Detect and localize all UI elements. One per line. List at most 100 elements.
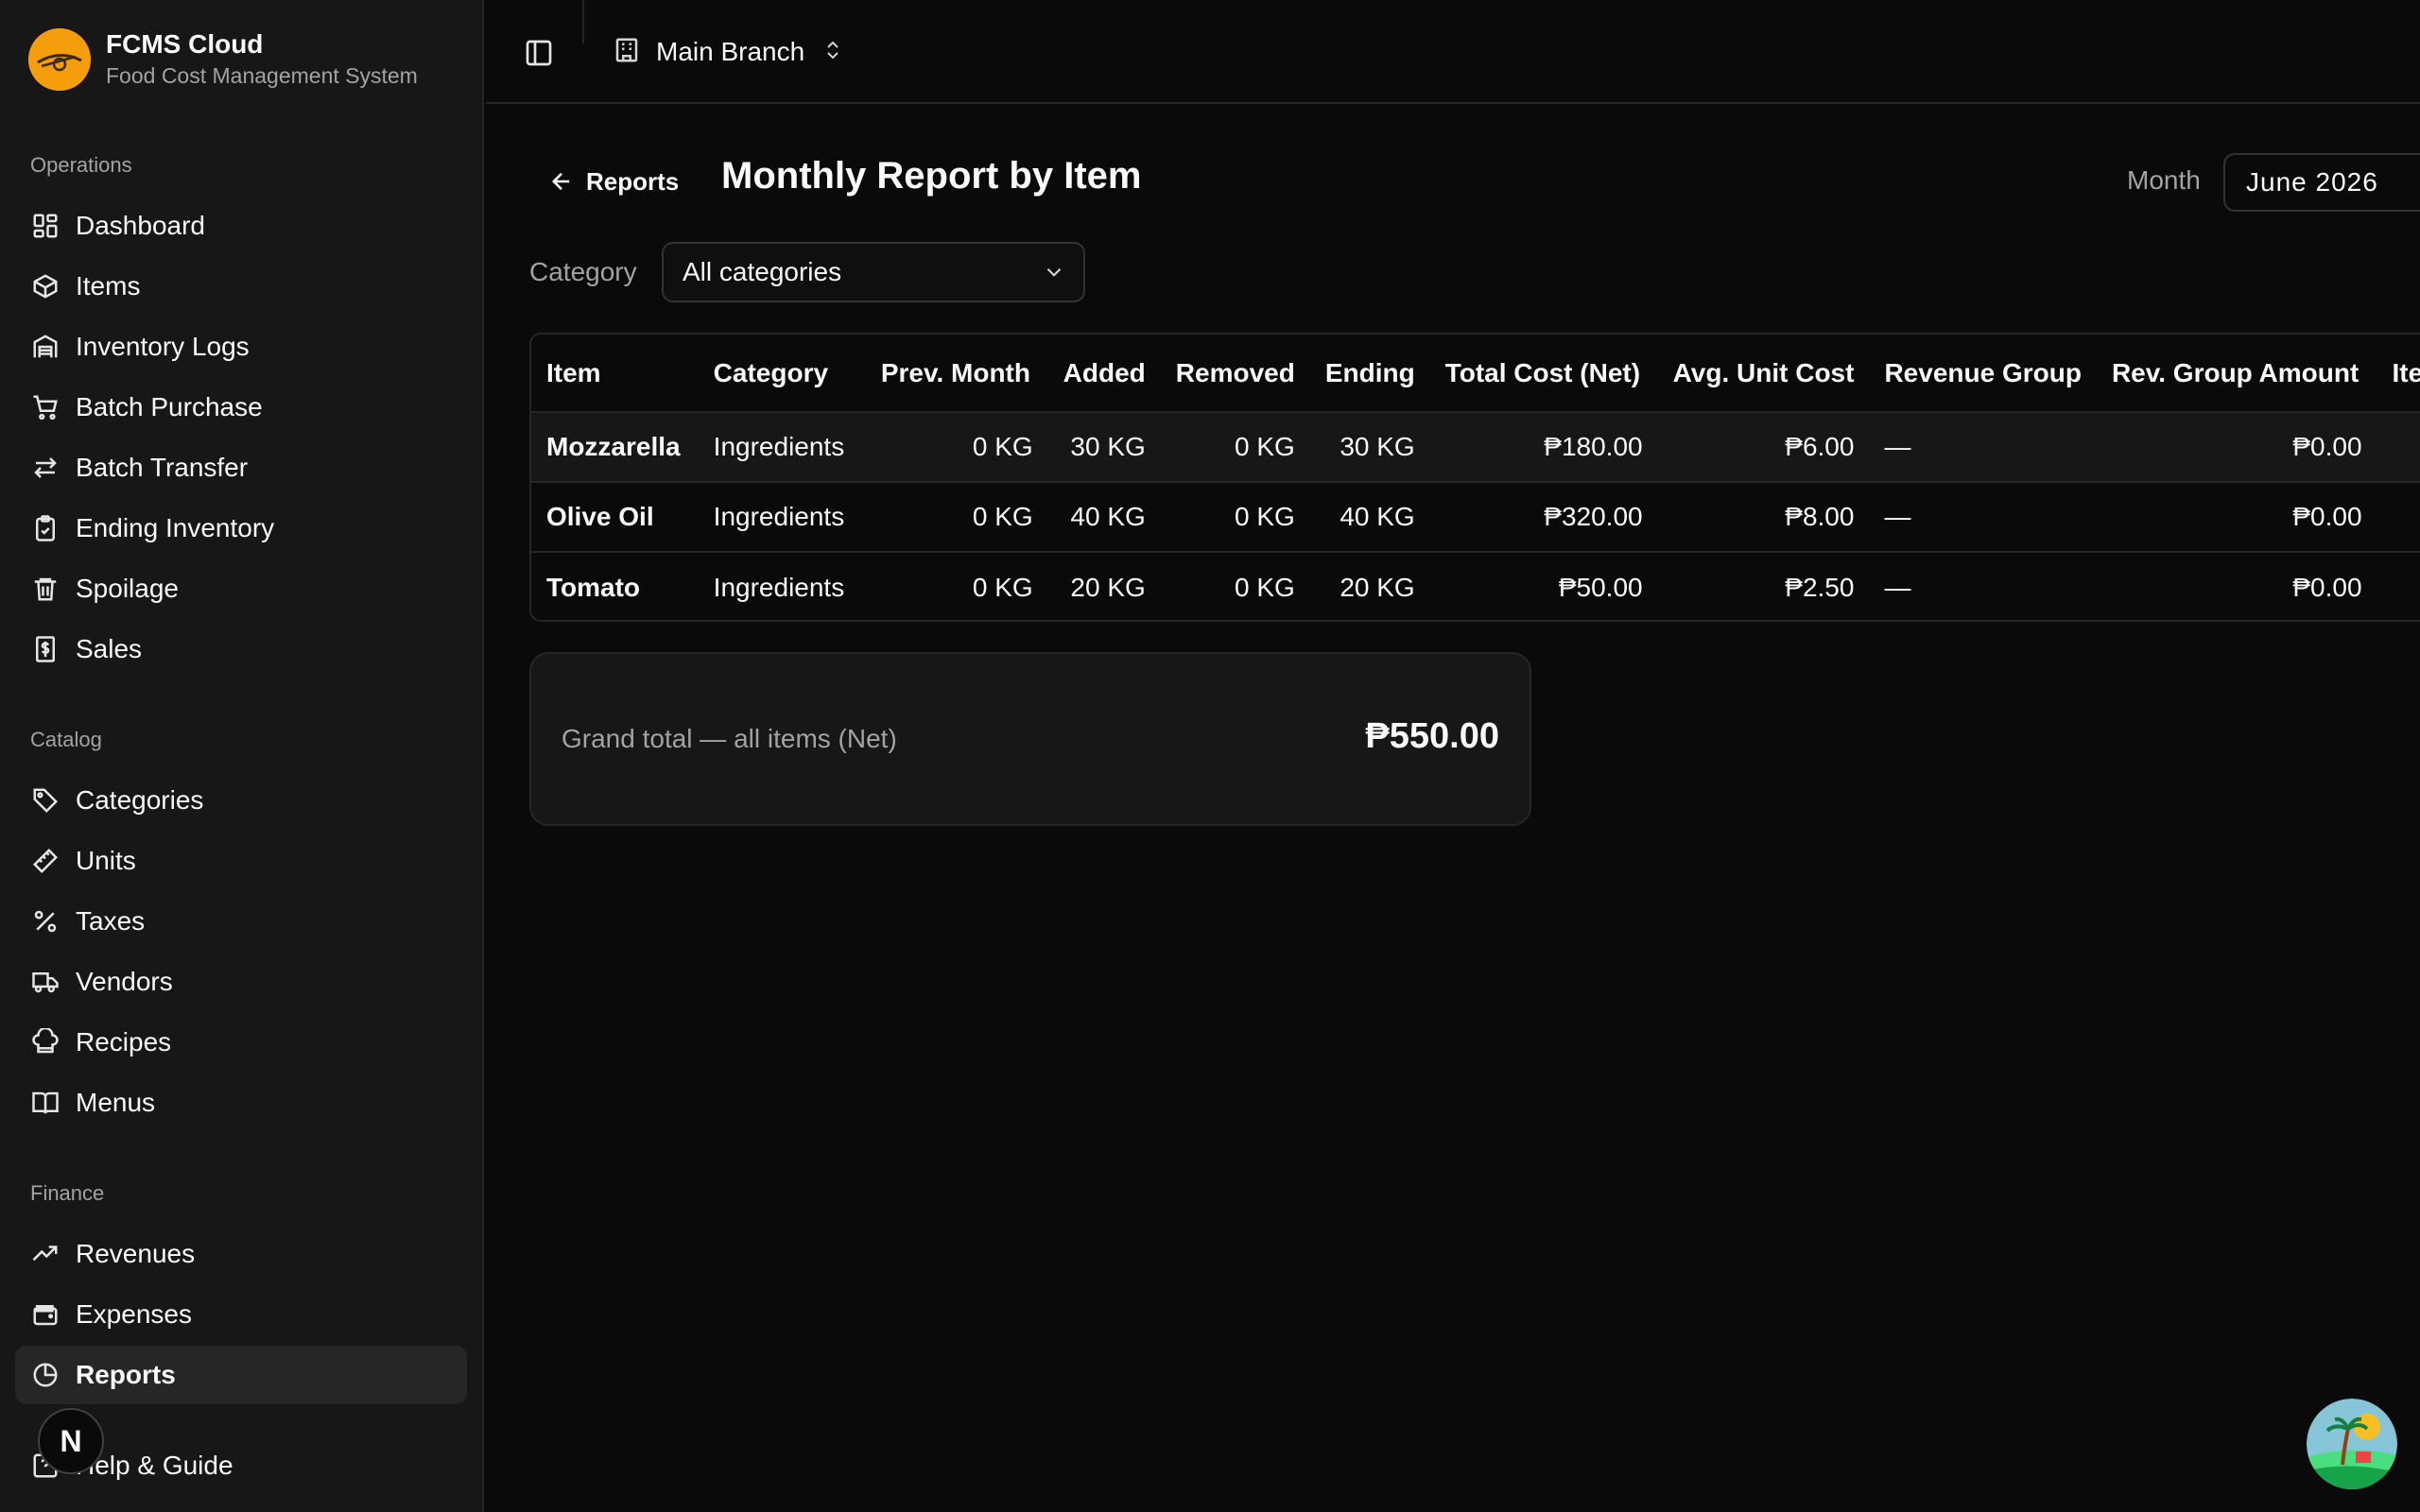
month-label: Month: [2127, 165, 2201, 195]
sidebar-item-label: Dashboard: [76, 211, 205, 240]
cell-added: 40 KG: [1047, 482, 1161, 553]
sidebar: FCMS Cloud Food Cost Management System O…: [0, 0, 484, 1512]
col-header-category[interactable]: Category: [698, 335, 866, 413]
sidebar-item-label: Menus: [76, 1088, 156, 1117]
cell-removed: 0 KG: [1235, 572, 1295, 602]
sidebar-item-label: Spoilage: [76, 574, 179, 603]
cell-avg-unit-cost: ₱8.00: [1657, 482, 1870, 553]
cell-revenue-group: —: [1869, 482, 2097, 553]
brand-name: FCMS Cloud: [106, 29, 264, 60]
col-header-item-extra[interactable]: Ite: [2377, 335, 2420, 413]
assistant-badge-icon[interactable]: [2307, 1399, 2397, 1489]
col-header-total-cost[interactable]: Total Cost (Net): [1429, 335, 1658, 413]
cart-icon: [30, 392, 60, 422]
sidebar-item-label: Taxes: [76, 906, 146, 936]
app-root: FCMS Cloud Food Cost Management System O…: [0, 0, 2420, 1512]
sidebar-item-categories[interactable]: Categories: [15, 771, 467, 830]
cell-category: Ingredients: [713, 572, 845, 602]
back-to-reports-link[interactable]: Reports: [548, 161, 679, 202]
col-header-removed[interactable]: Removed: [1160, 335, 1310, 413]
sidebar-item-recipes[interactable]: Recipes: [15, 1013, 467, 1072]
dashboard-icon: [30, 211, 60, 241]
sidebar-item-label: Sales: [76, 634, 143, 663]
sidebar-item-inventory-logs[interactable]: Inventory Logs: [15, 318, 467, 376]
category-select[interactable]: All categories: [662, 242, 1085, 302]
col-header-avg-unit-cost[interactable]: Avg. Unit Cost: [1657, 335, 1870, 413]
page-title: Monthly Report by Item: [721, 155, 1142, 197]
cell-revenue-group: —: [1884, 572, 1911, 602]
truck-icon: [30, 967, 60, 997]
sidebar-item-menus[interactable]: Menus: [15, 1074, 467, 1132]
user-avatar[interactable]: N: [38, 1408, 104, 1474]
clipboard-check-icon: [30, 513, 60, 543]
sidebar-item-label: Items: [76, 271, 141, 301]
cell-item-extra: [2377, 412, 2420, 483]
brand[interactable]: FCMS Cloud Food Cost Management System: [28, 26, 418, 93]
branch-switcher[interactable]: Main Branch: [613, 28, 844, 76]
brand-logo: [28, 28, 91, 91]
cell-removed: 0 KG: [1160, 412, 1310, 483]
sidebar-item-label: Recipes: [76, 1027, 172, 1057]
sidebar-item-spoilage[interactable]: Spoilage: [15, 559, 467, 618]
sidebar-item-label: Reports: [76, 1360, 176, 1389]
sidebar-item-label: Categories: [76, 785, 204, 815]
col-header-rev-group-amount[interactable]: Rev. Group Amount: [2096, 335, 2377, 413]
col-header-item[interactable]: Item: [531, 335, 699, 413]
col-header-revenue-group[interactable]: Revenue Group: [1869, 335, 2097, 413]
report-table-container[interactable]: Item Category Prev. Month Added Removed …: [529, 333, 2420, 622]
sidebar-item-sales[interactable]: Sales: [15, 620, 467, 679]
sidebar-item-label: Ending Inventory: [76, 513, 275, 542]
ruler-icon: [30, 846, 60, 876]
sidebar-item-units[interactable]: Units: [15, 832, 467, 890]
sidebar-item-label: Units: [76, 846, 136, 875]
sidebar-item-label: Vendors: [76, 967, 173, 996]
sidebar-item-batch-purchase[interactable]: Batch Purchase: [15, 378, 467, 437]
sidebar-item-reports[interactable]: Reports: [15, 1346, 467, 1404]
sidebar-item-vendors[interactable]: Vendors: [15, 953, 467, 1011]
cell-rev-group-amount: ₱0.00: [2096, 412, 2377, 483]
table-row[interactable]: Tomato Ingredients 0 KG 20 KG 0 KG 20 KG…: [531, 552, 2420, 620]
trash-icon: [30, 574, 60, 604]
col-header-ending[interactable]: Ending: [1309, 335, 1430, 413]
percent-icon: [30, 906, 60, 936]
cell-item: Olive Oil: [531, 482, 699, 553]
book-open-icon: [30, 1088, 60, 1118]
category-select-value: All categories: [683, 257, 842, 286]
cell-ending: 20 KG: [1340, 572, 1415, 602]
chevrons-up-down-icon: [821, 39, 844, 66]
cell-category: Ingredients: [698, 482, 866, 553]
cell-avg-unit-cost: ₱6.00: [1657, 412, 1870, 483]
group-label-finance: Finance: [30, 1181, 105, 1205]
warehouse-icon: [30, 332, 60, 362]
sidebar-item-expenses[interactable]: Expenses: [15, 1285, 467, 1344]
cell-item-extra: [2377, 482, 2420, 553]
grand-total-value: ₱550.00: [1365, 716, 1499, 756]
sidebar-item-taxes[interactable]: Taxes: [15, 892, 467, 951]
col-header-prev-month[interactable]: Prev. Month: [865, 335, 1048, 413]
transfer-icon: [30, 453, 60, 483]
receipt-dollar-icon: [30, 634, 60, 664]
report-table: Item Category Prev. Month Added Removed …: [531, 335, 2420, 620]
col-header-added[interactable]: Added: [1047, 335, 1161, 413]
sidebar-item-label: Revenues: [76, 1239, 196, 1268]
month-input[interactable]: [2223, 153, 2420, 212]
cell-prev-month: 0 KG: [865, 412, 1048, 483]
category-label: Category: [529, 257, 637, 286]
tag-icon: [30, 785, 60, 816]
header-divider: [582, 0, 584, 43]
cell-avg-unit-cost: ₱2.50: [1785, 572, 1855, 602]
sidebar-item-batch-transfer[interactable]: Batch Transfer: [15, 438, 467, 497]
building-icon: [613, 36, 641, 69]
sidebar-toggle-button[interactable]: [522, 36, 556, 70]
sidebar-item-items[interactable]: Items: [15, 257, 467, 316]
table-row[interactable]: Mozzarella Ingredients 0 KG 30 KG 0 KG 3…: [531, 412, 2420, 483]
sidebar-item-revenues[interactable]: Revenues: [15, 1225, 467, 1283]
cell-rev-group-amount: ₱0.00: [2292, 572, 2362, 602]
cell-removed: 0 KG: [1160, 482, 1310, 553]
sidebar-item-dashboard[interactable]: Dashboard: [15, 197, 467, 255]
cell-ending: 40 KG: [1309, 482, 1430, 553]
branch-name: Main Branch: [656, 37, 805, 66]
table-row[interactable]: Olive Oil Ingredients 0 KG 40 KG 0 KG 40…: [531, 482, 2420, 553]
group-label-catalog: Catalog: [30, 728, 102, 751]
sidebar-item-ending-inventory[interactable]: Ending Inventory: [15, 499, 467, 558]
